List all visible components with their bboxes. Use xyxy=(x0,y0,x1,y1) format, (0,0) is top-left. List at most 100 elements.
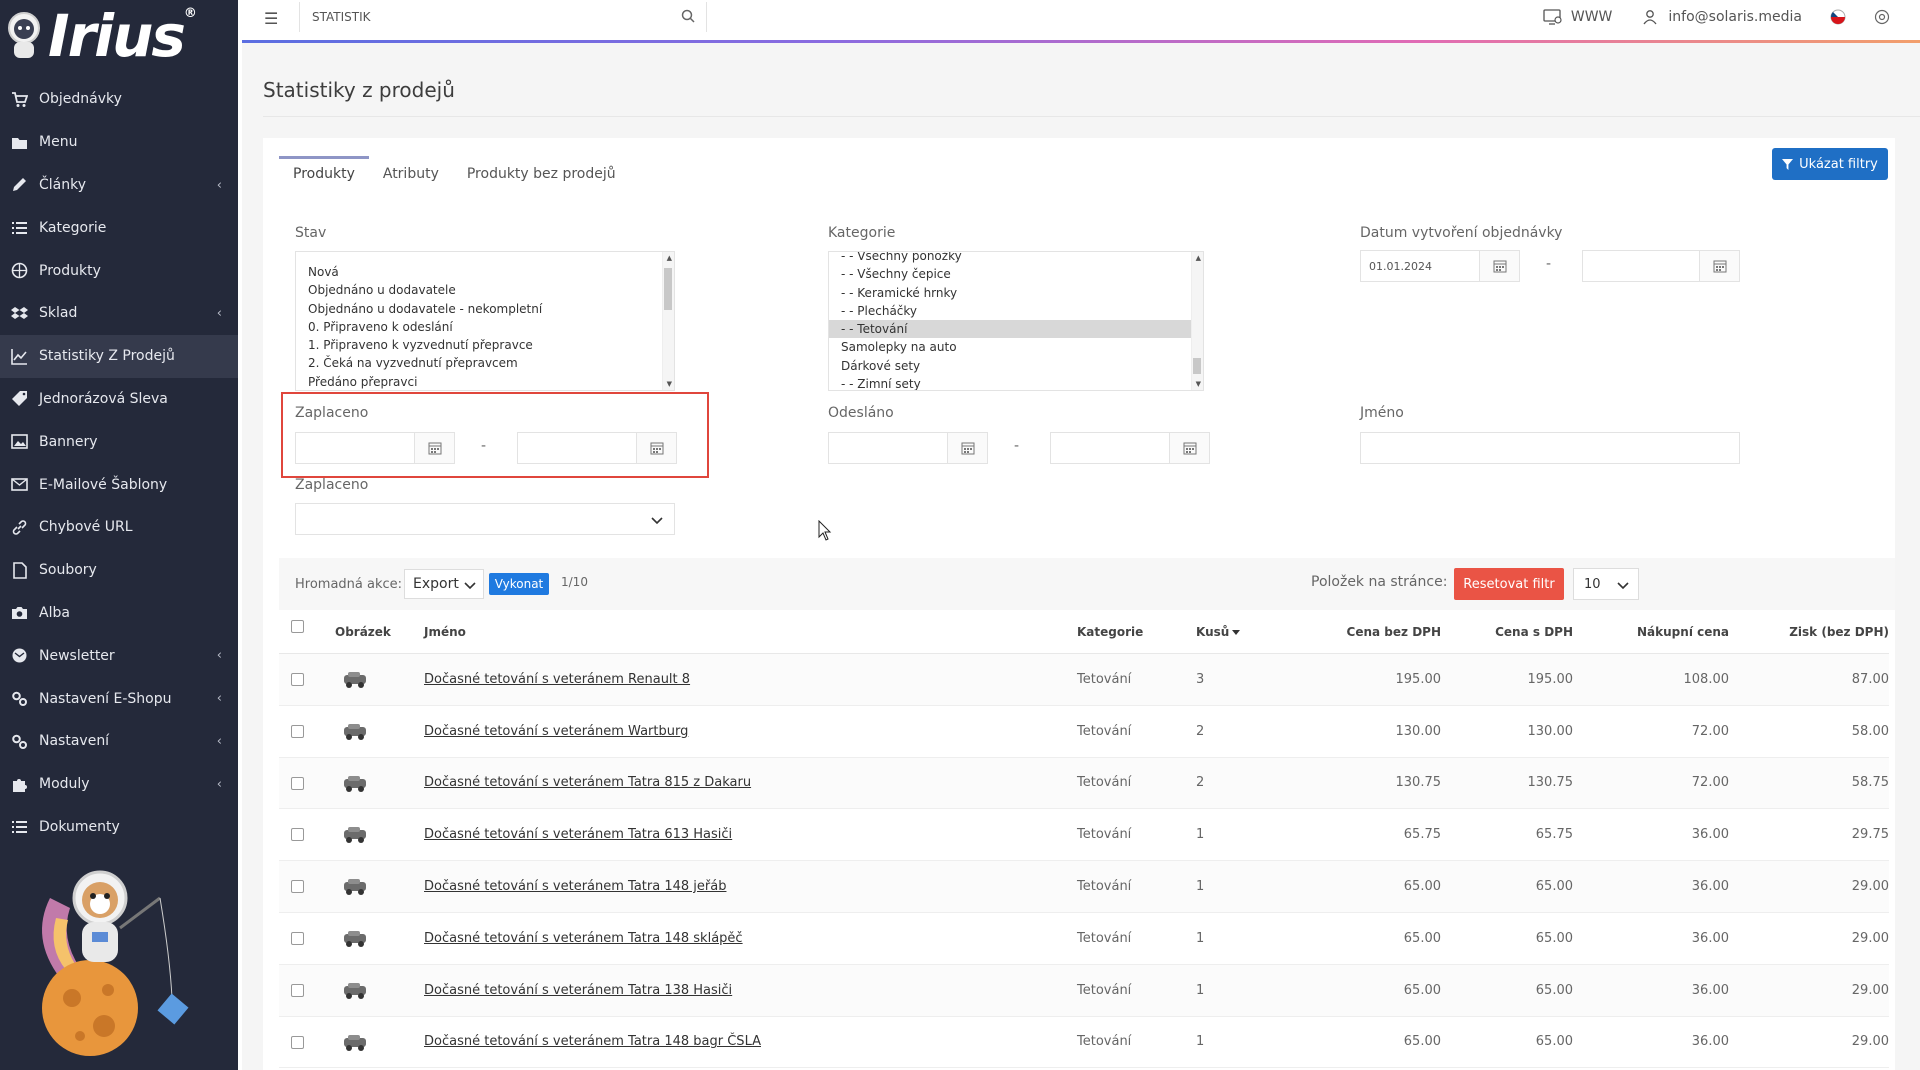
product-thumbnail[interactable] xyxy=(341,1031,369,1053)
kategorie-listbox[interactable]: - - Všechny ponožky - - Všechny čepice - -… xyxy=(828,251,1204,391)
sidebar-item-nastaveni[interactable]: Nastavení ‹ xyxy=(0,720,242,763)
col-price-vat[interactable]: Cena s DPH xyxy=(1441,625,1573,639)
kategorie-listbox-scrollbar[interactable]: ▲ ▼ xyxy=(1191,252,1203,390)
select-all-checkbox[interactable] xyxy=(291,620,304,633)
product-thumbnail[interactable] xyxy=(341,720,369,742)
search-input[interactable]: STATISTIK xyxy=(299,2,707,32)
col-qty[interactable]: Kusů xyxy=(1196,625,1241,639)
row-checkbox[interactable] xyxy=(291,1035,304,1049)
product-thumbnail[interactable] xyxy=(341,927,369,949)
col-buy-price[interactable]: Nákupní cena xyxy=(1573,625,1729,639)
calendar-icon[interactable] xyxy=(948,432,988,464)
run-bulk-action-button[interactable]: Vykonat xyxy=(489,573,549,595)
search-icon[interactable] xyxy=(680,8,696,24)
calendar-icon[interactable] xyxy=(1170,432,1210,464)
product-thumbnail[interactable] xyxy=(341,979,369,1001)
sidebar-item-chybove-url[interactable]: Chybové URL xyxy=(0,506,242,549)
col-name[interactable]: Jméno xyxy=(424,625,466,639)
items-per-page-select[interactable]: 10 xyxy=(1573,568,1639,600)
row-checkbox[interactable] xyxy=(291,724,304,738)
kategorie-option[interactable]: - - Všechny čepice xyxy=(829,265,1203,283)
chevron-left-icon[interactable]: ‹ xyxy=(217,691,222,706)
sidebar-item-bannery[interactable]: Bannery xyxy=(0,420,242,463)
sidebar-item-statistiky-z-prodeju[interactable]: Statistiky Z Prodejů xyxy=(0,334,242,378)
product-thumbnail[interactable] xyxy=(341,823,369,845)
calendar-icon[interactable] xyxy=(1480,250,1520,282)
stav-option[interactable]: Předáno přepravci xyxy=(296,373,674,390)
col-price-no-vat[interactable]: Cena bez DPH xyxy=(1279,625,1441,639)
chevron-left-icon[interactable]: ‹ xyxy=(217,178,222,193)
order-date-from-input[interactable]: 01.01.2024 xyxy=(1360,250,1480,282)
sidebar-item-dokumenty[interactable]: Dokumenty xyxy=(0,806,242,849)
sidebar-item-newsletter[interactable]: Newsletter ‹ xyxy=(0,634,242,677)
sidebar-item-nastaveni-e-shopu[interactable]: Nastavení E-Shopu ‹ xyxy=(0,677,242,720)
calendar-icon[interactable] xyxy=(415,432,455,464)
product-thumbnail[interactable] xyxy=(341,668,369,690)
stav-option[interactable]: Objednáno u dodavatele xyxy=(296,281,674,299)
order-date-to-input[interactable] xyxy=(1582,250,1700,282)
row-checkbox[interactable] xyxy=(291,983,304,997)
sidebar-item-e-mailove-sablony[interactable]: E-Mailové Šablony xyxy=(0,463,242,506)
row-checkbox[interactable] xyxy=(291,931,304,945)
kategorie-option[interactable]: - - Tetování xyxy=(829,320,1203,339)
stav-option[interactable]: Objednáno u dodavatele - nekompletní xyxy=(296,300,674,318)
row-checkbox[interactable] xyxy=(291,828,304,842)
sent-to-input[interactable] xyxy=(1050,432,1170,464)
product-name-link[interactable]: Dočasné tetování s veteránem Tatra 138 H… xyxy=(424,983,732,998)
stav-listbox-scrollbar[interactable]: ▲ ▼ xyxy=(662,252,674,390)
hamburger-menu-icon[interactable]: ☰ xyxy=(264,9,278,28)
stav-option[interactable]: 0. Připraveno k odeslání xyxy=(296,318,674,336)
tab-attributes[interactable]: Atributy xyxy=(369,156,453,194)
kategorie-option[interactable]: - - Zimní sety xyxy=(829,375,1203,390)
chevron-left-icon[interactable]: ‹ xyxy=(217,734,222,749)
sidebar-item-kategorie[interactable]: Kategorie xyxy=(0,206,242,249)
sidebar-item-clanky[interactable]: Články ‹ xyxy=(0,164,242,207)
product-name-link[interactable]: Dočasné tetování s veteránem Renault 8 xyxy=(424,672,690,687)
sidebar-item-jednorazova-sleva[interactable]: Jednorázová Sleva xyxy=(0,378,242,421)
product-name-link[interactable]: Dočasné tetování s veteránem Wartburg xyxy=(424,724,688,739)
chevron-left-icon[interactable]: ‹ xyxy=(217,648,222,663)
kategorie-option[interactable]: - - Všechny ponožky xyxy=(829,252,1203,265)
sidebar-item-sklad[interactable]: Sklad ‹ xyxy=(0,292,242,335)
product-name-link[interactable]: Dočasné tetování s veteránem Tatra 148 b… xyxy=(424,1034,761,1049)
sidebar-item-moduly[interactable]: Moduly ‹ xyxy=(0,763,242,806)
product-name-link[interactable]: Dočasné tetování s veteránem Tatra 148 j… xyxy=(424,879,726,894)
col-profit[interactable]: Zisk (bez DPH) xyxy=(1729,625,1889,639)
logo[interactable]: Irius® xyxy=(0,0,242,71)
www-link[interactable]: WWW xyxy=(1543,9,1612,25)
product-name-link[interactable]: Dočasné tetování s veteránem Tatra 613 H… xyxy=(424,827,732,842)
language-flag-icon[interactable] xyxy=(1830,9,1846,25)
calendar-icon[interactable] xyxy=(1700,250,1740,282)
sidebar-item-objednavky[interactable]: Objednávky xyxy=(0,78,242,121)
sidebar-item-alba[interactable]: Alba xyxy=(0,592,242,635)
stav-option[interactable]: Nová xyxy=(296,263,674,281)
stav-option[interactable]: 1. Připraveno k vyzvednutí přepravce xyxy=(296,336,674,354)
kategorie-option[interactable]: Dárkové sety xyxy=(829,357,1203,375)
sidebar-scrollbar[interactable] xyxy=(238,0,242,1070)
chevron-left-icon[interactable]: ‹ xyxy=(217,306,222,321)
kategorie-option[interactable]: - - Keramické hrnky xyxy=(829,284,1203,302)
name-input[interactable] xyxy=(1360,432,1740,464)
power-icon[interactable] xyxy=(1874,9,1890,25)
bulk-action-select[interactable]: Export xyxy=(404,569,484,599)
row-checkbox[interactable] xyxy=(291,673,304,686)
paid-to-input[interactable] xyxy=(517,432,637,464)
product-name-link[interactable]: Dočasné tetování s veteránem Tatra 148 s… xyxy=(424,931,743,946)
tab-products-without-sales[interactable]: Produkty bez prodejů xyxy=(453,156,630,194)
kategorie-option[interactable]: Samolepky na auto xyxy=(829,338,1203,356)
tab-products[interactable]: Produkty xyxy=(279,156,369,194)
col-category[interactable]: Kategorie xyxy=(1077,625,1143,639)
show-filters-button[interactable]: Ukázat filtry xyxy=(1772,148,1888,180)
sidebar-item-menu[interactable]: Menu xyxy=(0,121,242,164)
reset-filter-button[interactable]: Resetovat filtr xyxy=(1454,568,1564,600)
sidebar-item-soubory[interactable]: Soubory xyxy=(0,549,242,592)
kategorie-option[interactable]: - - Plecháčky xyxy=(829,302,1203,320)
row-checkbox[interactable] xyxy=(291,776,304,790)
sent-from-input[interactable] xyxy=(828,432,948,464)
row-checkbox[interactable] xyxy=(291,880,304,894)
paid-select[interactable] xyxy=(295,503,675,535)
product-name-link[interactable]: Dočasné tetování s veteránem Tatra 815 z… xyxy=(424,775,751,790)
user-account-link[interactable]: info@solaris.media xyxy=(1640,9,1802,25)
sidebar-item-produkty[interactable]: Produkty xyxy=(0,249,242,292)
stav-listbox[interactable]: Nová Objednáno u dodavatele Objednáno u do… xyxy=(295,251,675,391)
